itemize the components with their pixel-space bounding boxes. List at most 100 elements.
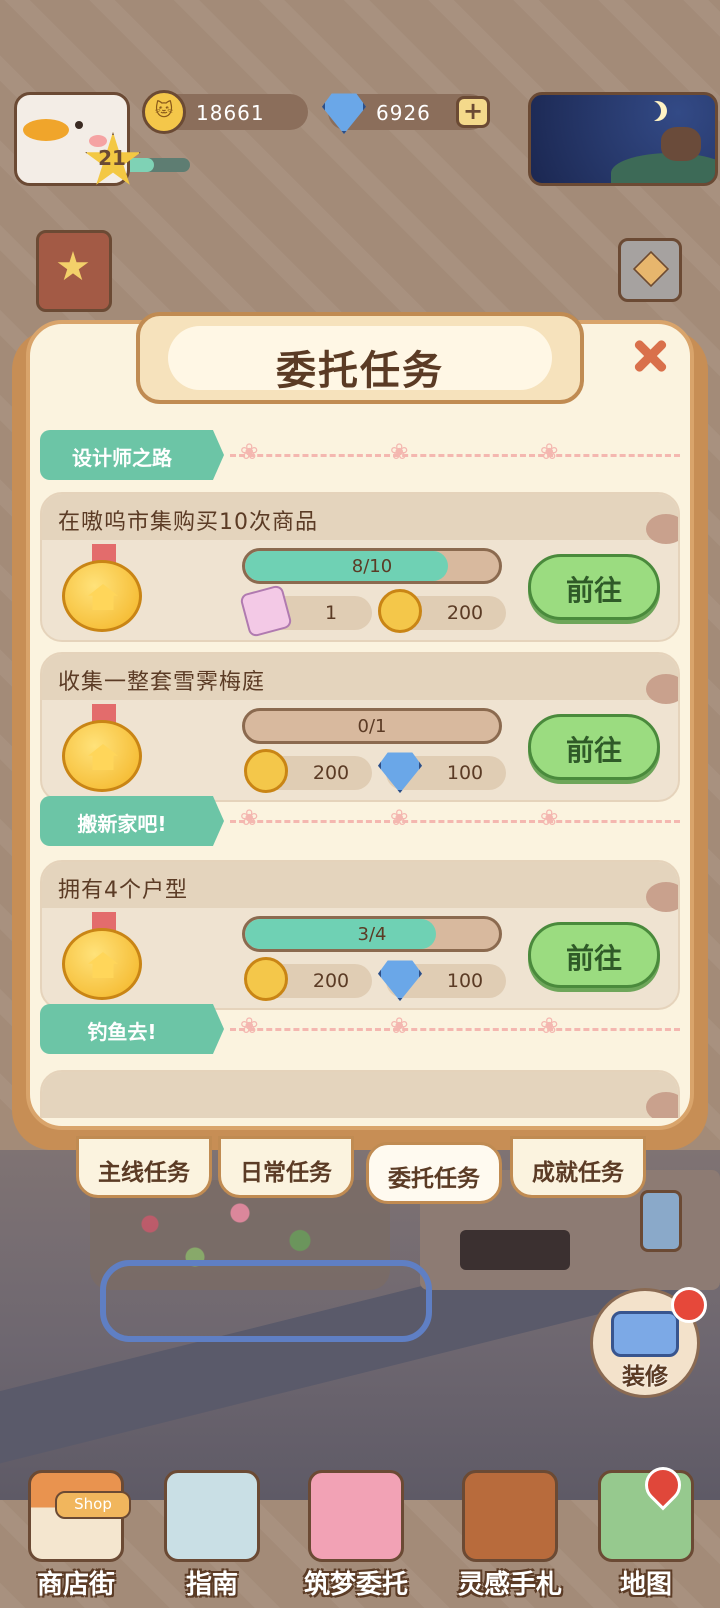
go-button-label: 前往 <box>565 574 622 607</box>
dialog-title-plate: 委托任务 <box>136 312 584 404</box>
nav-label: 筑梦委托 <box>303 1570 408 1600</box>
tab-main-quests[interactable]: 主线任务 <box>76 1136 212 1198</box>
paw-icon: ❀ <box>390 1014 409 1039</box>
feather-book-icon <box>462 1470 558 1562</box>
task-card: 收集一整套雪霁梅庭 0/1 200 100 前往 <box>40 652 680 802</box>
task-progress-bar: 8/10 <box>242 548 502 584</box>
moon-icon <box>641 101 661 121</box>
go-button-label: 前往 <box>565 942 622 975</box>
progress-text: 0/1 <box>357 716 387 737</box>
paw-icon: ❀ <box>240 1014 259 1039</box>
tab-achievement-quests[interactable]: 成就任务 <box>510 1136 646 1198</box>
hill <box>611 153 715 183</box>
cube-icon <box>632 250 670 288</box>
reward-coin: 200 <box>378 589 506 633</box>
guide-icon <box>164 1470 260 1562</box>
go-button-label: 前往 <box>565 734 622 767</box>
night-scene-card[interactable] <box>528 92 718 186</box>
nav-dream-commission[interactable]: 筑梦委托 <box>296 1460 416 1600</box>
tab-label: 日常任务 <box>240 1160 332 1186</box>
star-book-button[interactable] <box>36 230 112 312</box>
reward-gem: 100 <box>378 752 506 793</box>
gem-icon <box>378 960 422 1001</box>
medal-icon <box>56 912 150 1006</box>
player-level: 21 <box>98 146 126 170</box>
tab-daily-quests[interactable]: 日常任务 <box>218 1136 354 1198</box>
bear-figure <box>661 127 701 161</box>
progress-text: 3/4 <box>357 924 387 945</box>
notebook-icon <box>308 1470 404 1562</box>
nav-label: 指南 <box>185 1570 238 1600</box>
medal-icon <box>56 704 150 798</box>
nav-label: 地图 <box>619 1570 672 1600</box>
task-card: 在嗷呜市集购买10次商品 8/10 1 200 前往 <box>40 492 680 642</box>
reward-amount: 1 <box>324 602 338 624</box>
paw-icon: ❀ <box>540 440 559 465</box>
decor-blob <box>646 674 678 704</box>
coin-icon <box>378 589 422 633</box>
paw-icon: ❀ <box>240 440 259 465</box>
section-divider <box>230 820 680 823</box>
go-button[interactable]: 前往 <box>528 554 660 620</box>
task-progress-bar: 3/4 <box>242 916 502 952</box>
nav-inspiration-notes[interactable]: 灵感手札 <box>450 1460 570 1600</box>
section-label: 钓鱼去! <box>87 1020 157 1044</box>
tab-label: 主线任务 <box>98 1160 190 1186</box>
side-card-button[interactable] <box>640 1190 682 1252</box>
task-title: 收集一整套雪霁梅庭 <box>58 670 266 695</box>
nav-map[interactable]: 地图 <box>586 1459 706 1600</box>
reward-gem: 100 <box>378 960 506 1001</box>
section-label: 设计师之路 <box>72 446 172 470</box>
paw-icon: ❀ <box>540 1014 559 1039</box>
map-icon <box>598 1459 694 1562</box>
decor-blob <box>646 1092 678 1118</box>
task-progress-bar: 0/1 <box>242 708 502 744</box>
task-card-partial <box>40 1070 680 1118</box>
map-pin-icon <box>637 1459 689 1511</box>
decor-blob <box>646 882 678 912</box>
section-tag-move-house: 搬新家吧! <box>40 796 224 846</box>
coin-counter: 🐱 18661 <box>142 90 308 134</box>
shop-sign: Shop <box>55 1491 131 1519</box>
remodel-button[interactable]: 装修 <box>590 1287 707 1398</box>
add-gems-button[interactable]: + <box>456 96 490 128</box>
neon-tubes <box>100 1260 432 1342</box>
tab-commission-quests[interactable]: 委托任务 <box>366 1142 502 1204</box>
task-list[interactable]: 设计师之路 ❀ ❀ ❀ 在嗷呜市集购买10次商品 8/10 1 200 前往 收… <box>40 430 680 1118</box>
close-icon[interactable] <box>630 336 670 376</box>
duck-eye <box>75 121 83 129</box>
gem-icon <box>378 752 422 793</box>
nav-shop-street[interactable]: Shop 商店街 <box>16 1460 136 1600</box>
reward-amount: 200 <box>446 602 484 624</box>
task-header <box>42 1072 678 1118</box>
section-label: 搬新家吧! <box>77 812 167 836</box>
reward-amount: 200 <box>312 970 350 992</box>
box-button[interactable] <box>618 238 682 302</box>
ticket-icon <box>239 584 293 638</box>
decor-blob <box>646 514 678 544</box>
medal-icon <box>56 544 150 638</box>
reward-amount: 100 <box>446 762 484 784</box>
duck-beak <box>23 119 69 141</box>
section-divider <box>230 1028 680 1031</box>
go-button[interactable]: 前往 <box>528 714 660 780</box>
star-icon <box>57 251 89 281</box>
section-tag-fishing: 钓鱼去! <box>40 1004 224 1054</box>
tab-label: 委托任务 <box>388 1166 480 1192</box>
section-tag-designer-road: 设计师之路 <box>40 430 224 480</box>
tab-label: 成就任务 <box>532 1160 624 1186</box>
nav-label: 商店街 <box>36 1570 115 1600</box>
remodel-tool-icon <box>611 1311 679 1357</box>
progress-text: 8/10 <box>351 556 393 577</box>
section-divider <box>230 454 680 457</box>
nav-guide[interactable]: 指南 <box>152 1460 272 1600</box>
reward-ticket: 1 <box>239 584 372 638</box>
go-button[interactable]: 前往 <box>528 922 660 988</box>
paw-icon: ❀ <box>240 806 259 831</box>
shop-icon: Shop <box>28 1470 131 1562</box>
coin-icon <box>244 749 288 793</box>
reward-amount: 100 <box>446 970 484 992</box>
coin-icon <box>244 957 288 1001</box>
task-title: 在嗷呜市集购买10次商品 <box>58 510 318 535</box>
paw-icon: ❀ <box>540 806 559 831</box>
